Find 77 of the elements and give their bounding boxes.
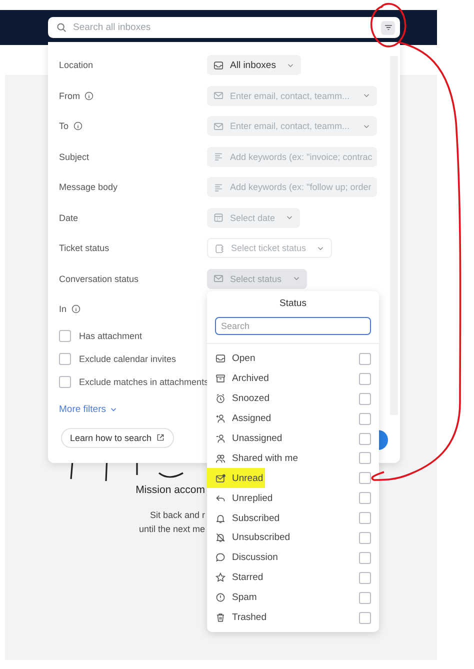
status-option[interactable]: Unreplied [207, 488, 379, 508]
envelope-icon [213, 90, 224, 102]
checkbox[interactable] [359, 612, 371, 624]
filter-label: Conversation status [59, 274, 139, 284]
person-plus-icon [215, 413, 226, 424]
text-lines-icon [213, 151, 224, 162]
status-option[interactable]: Spam [207, 588, 379, 608]
more-filters-link[interactable]: More filters [59, 404, 118, 414]
envelope-icon [213, 120, 224, 132]
checkbox[interactable] [359, 432, 371, 444]
checkbox-label: Has attachment [79, 331, 142, 341]
filter-label: In [59, 304, 67, 314]
filter-label: Date [59, 212, 78, 223]
status-option[interactable]: Unassigned [207, 428, 379, 448]
checkbox[interactable] [59, 353, 71, 365]
empty-state-text: until the next me [138, 524, 205, 534]
filter-label: Message body [59, 182, 118, 192]
search-field[interactable]: Search all inboxes [48, 17, 400, 38]
status-option[interactable]: Trashed [207, 608, 379, 628]
status-option[interactable]: Open [207, 349, 379, 369]
calendar-icon [213, 212, 224, 224]
status-option[interactable]: Discussion [207, 548, 379, 568]
checkbox[interactable] [59, 330, 71, 342]
filter-icon [382, 22, 394, 33]
status-option[interactable]: Archived [207, 368, 379, 389]
checkbox[interactable] [359, 592, 371, 604]
checkbox-label: Exclude calendar invites [79, 354, 176, 364]
checkbox[interactable] [359, 492, 371, 504]
search-icon [56, 22, 67, 33]
search-input[interactable]: Search all inboxes [73, 22, 375, 33]
archive-box-icon [215, 373, 226, 384]
filter-label: Subject [59, 152, 90, 162]
checkbox[interactable] [359, 532, 371, 544]
checkbox[interactable] [359, 512, 371, 524]
alarm-clock-icon [215, 393, 226, 404]
envelope-icon [213, 273, 224, 284]
star-icon [215, 572, 226, 584]
checkbox[interactable] [359, 572, 371, 584]
text-lines-icon [213, 182, 224, 193]
filter-label: From [59, 90, 80, 101]
status-option[interactable]: Snoozed [207, 388, 379, 409]
person-minus-icon [215, 433, 226, 444]
checkbox[interactable] [359, 472, 371, 484]
speech-bubble-icon [215, 552, 226, 564]
menu-title: Status [278, 298, 308, 311]
alert-circle-icon [215, 592, 226, 604]
tag-icon [214, 242, 225, 254]
bell-slash-icon [215, 532, 226, 544]
checkbox[interactable] [359, 392, 371, 405]
people-icon [215, 452, 226, 464]
filter-button[interactable] [381, 20, 395, 34]
learn-how-to-search-button[interactable]: Learn how to search [61, 428, 174, 448]
checkbox[interactable] [59, 376, 71, 388]
status-option[interactable]: Shared with me [207, 448, 379, 468]
trash-can-icon [215, 612, 226, 624]
search-field[interactable]: Search [215, 317, 371, 335]
checkbox[interactable] [359, 412, 371, 425]
external-link-icon [156, 433, 165, 442]
checkbox[interactable] [359, 352, 371, 365]
checkbox[interactable] [359, 552, 371, 564]
empty-state-text: Sit back and r [150, 510, 205, 520]
status-option[interactable]: Unsubscribed [207, 528, 379, 548]
filter-label: Location [59, 60, 94, 70]
status-option[interactable]: Subscribed [207, 508, 379, 528]
checkbox[interactable] [359, 452, 371, 464]
inbox-icon [215, 353, 226, 364]
inbox-icon [213, 60, 224, 71]
checkbox[interactable] [359, 372, 371, 385]
reply-arrow-icon [215, 492, 226, 504]
select-dropdown[interactable]: All inboxes [207, 55, 301, 76]
checkbox-label: Exclude matches in attachments [79, 377, 209, 387]
filter-label: Ticket status [59, 243, 110, 254]
filter-label: To [59, 121, 69, 132]
bell-icon [215, 512, 226, 524]
empty-state-title: Mission accom [136, 484, 205, 496]
status-option[interactable]: Assigned [207, 408, 379, 429]
status-option[interactable]: Starred [207, 568, 379, 588]
